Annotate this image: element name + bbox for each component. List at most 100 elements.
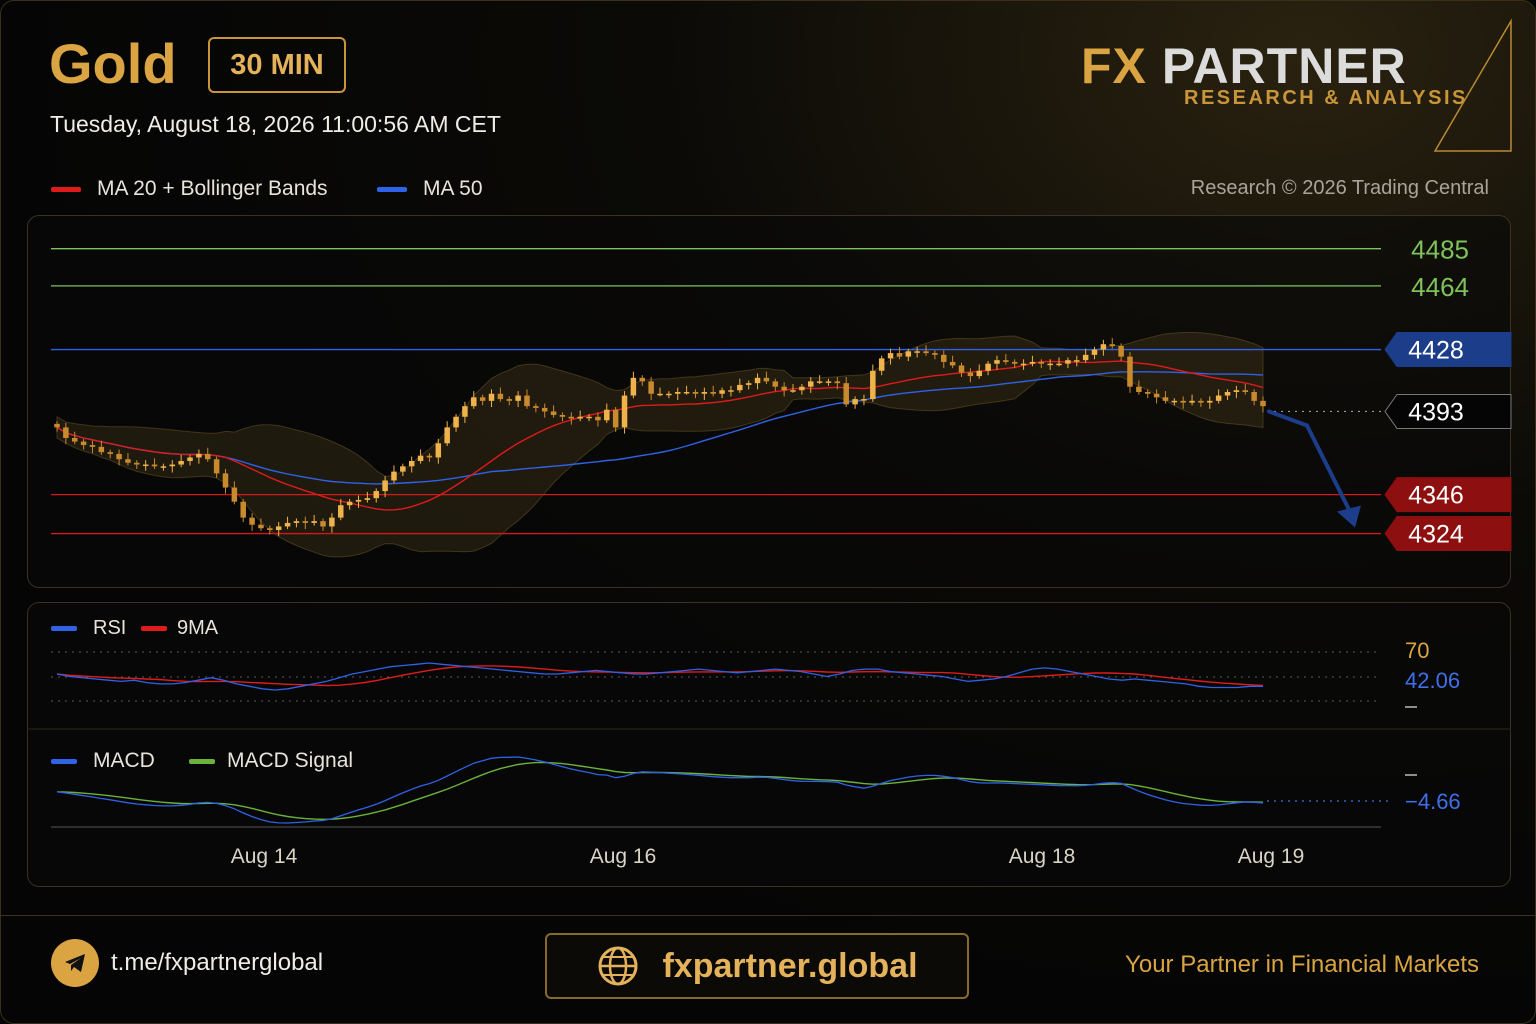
candle-body — [1215, 395, 1222, 401]
candle-body — [329, 517, 335, 527]
candle-body — [1171, 400, 1178, 403]
candle-body — [737, 384, 743, 391]
candle-body — [976, 370, 982, 377]
candle-body — [524, 395, 530, 407]
candle-body — [541, 407, 548, 412]
level-tag-4485: 4485 — [1411, 235, 1469, 265]
candle-body — [674, 392, 681, 394]
forecast-arrowhead — [1337, 505, 1361, 528]
level-label-4428: 4428 — [1408, 337, 1464, 365]
rsi-ma-line — [56, 665, 1264, 687]
candle-body — [958, 365, 965, 373]
level-tag-4324: 4324 — [1384, 516, 1512, 552]
level-label-4324: 4324 — [1408, 521, 1464, 549]
x-tick-label: Aug 19 — [1238, 845, 1305, 868]
candle-body — [364, 498, 371, 500]
chart-svg: 4485 4464 4428 4393 4346 4324 70 42.06 −4.66 Aug … — [27, 235, 1512, 868]
candle-body — [187, 457, 193, 461]
candle-body — [1091, 349, 1098, 355]
candle-body — [790, 390, 796, 392]
candle-body — [630, 377, 637, 396]
level-label-4464: 4464 — [1411, 272, 1469, 302]
candle — [621, 391, 628, 434]
candle-body — [213, 459, 220, 474]
globe-icon — [598, 946, 638, 986]
candle-body — [258, 524, 264, 529]
candle-body — [710, 392, 716, 394]
candle-body — [426, 455, 433, 458]
candle-body — [834, 381, 841, 384]
candle-body — [878, 358, 885, 371]
candle-body — [816, 381, 823, 383]
candle-body — [666, 393, 672, 396]
telegram-link[interactable]: t.me/fxpartnerglobal — [111, 949, 323, 977]
candle-body — [249, 517, 255, 525]
level-tag-4464: 4464 — [1411, 272, 1469, 302]
candle-body — [488, 393, 495, 401]
x-tick-label: Aug 16 — [590, 845, 657, 868]
website-button[interactable]: fxpartner.global — [545, 933, 969, 999]
candle-body — [1109, 344, 1115, 346]
candle-body — [54, 423, 60, 428]
candle-body — [408, 461, 415, 467]
candle-body — [639, 377, 646, 382]
candle-body — [142, 464, 149, 467]
candle-body — [1047, 363, 1053, 366]
candle — [391, 465, 397, 484]
candle-body — [116, 453, 122, 460]
candle-body — [169, 464, 176, 467]
candle-body — [1251, 392, 1257, 401]
candle-body — [1153, 393, 1160, 398]
candle-body — [107, 452, 113, 454]
candle-body — [178, 461, 184, 465]
bollinger-band — [56, 332, 1264, 558]
candle-body — [799, 386, 805, 391]
candle-body — [941, 354, 947, 362]
candle-body — [506, 399, 512, 401]
candle-body — [240, 501, 246, 518]
candle-body — [391, 471, 397, 481]
candle-body — [683, 392, 690, 394]
candle-body — [994, 360, 1000, 364]
candle-body — [1180, 400, 1186, 403]
candle-body — [435, 443, 442, 458]
candle-body — [967, 372, 974, 377]
candle-body — [763, 377, 770, 382]
candle-body — [1020, 363, 1027, 366]
candle-body — [808, 381, 814, 387]
candle-body — [151, 464, 158, 467]
rsi-last-value: 42.06 — [1405, 668, 1460, 693]
candle-body — [71, 438, 78, 442]
candle-body — [781, 386, 787, 391]
candle-body — [1100, 344, 1107, 350]
candle-body — [267, 528, 273, 530]
candle-body — [471, 397, 477, 407]
candle-body — [533, 406, 539, 408]
candle-body — [1029, 361, 1036, 364]
candle-body — [577, 416, 583, 419]
candle — [240, 499, 246, 523]
candle-body — [89, 445, 96, 447]
candle — [444, 421, 450, 446]
candle-body — [1198, 400, 1204, 403]
candle-body — [302, 521, 309, 523]
telegram-icon[interactable] — [51, 939, 99, 987]
candle-body — [772, 381, 779, 387]
x-tick-label: Aug 18 — [1009, 845, 1076, 868]
macd-line — [56, 756, 1264, 824]
candle — [249, 513, 255, 531]
candle-body — [160, 466, 167, 468]
candle-body — [497, 393, 504, 400]
macd-last-value: −4.66 — [1405, 789, 1461, 814]
level-tag-4428: 4428 — [1384, 332, 1512, 368]
candle-body — [1260, 400, 1266, 407]
candle-body — [1118, 346, 1124, 357]
candle-body — [1056, 363, 1062, 366]
candle-body — [923, 351, 929, 354]
candle-body — [559, 415, 566, 417]
candle-body — [196, 453, 202, 458]
candle-body — [222, 473, 229, 488]
candle — [630, 371, 637, 399]
candle-body — [479, 397, 486, 401]
candle-body — [550, 411, 557, 415]
